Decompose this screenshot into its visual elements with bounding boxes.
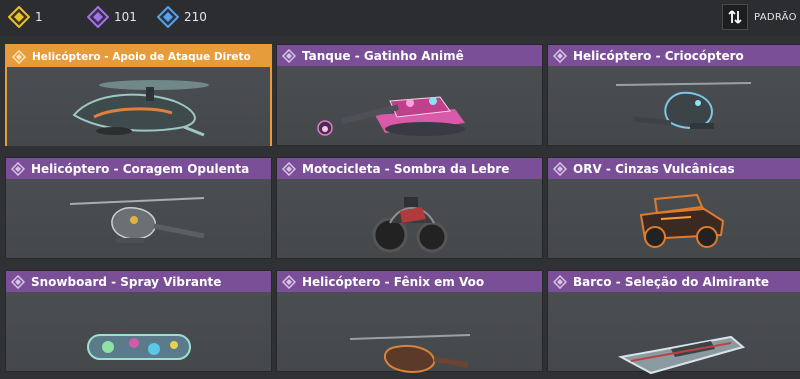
rarity-gem-icon xyxy=(282,48,296,63)
vehicle-card[interactable]: Motocicleta - Sombra da Lebre xyxy=(276,157,543,259)
card-header: Helicóptero - Fênix em Voo xyxy=(277,271,542,292)
card-title: Helicóptero - Fênix em Voo xyxy=(302,274,485,289)
rarity-gem-icon xyxy=(282,161,296,176)
card-header: Tanque - Gatinho Animê xyxy=(277,45,542,66)
tank-icon xyxy=(340,95,465,136)
card-preview xyxy=(277,66,542,145)
card-title: Barco - Seleção do Almirante xyxy=(573,274,769,289)
card-title: Tanque - Gatinho Animê xyxy=(302,48,464,63)
card-title: Helicóptero - Criocóptero xyxy=(573,48,744,63)
vehicle-skin-grid: Helicóptero - Apoio de Ataque Direto Tan… xyxy=(0,0,800,375)
vehicle-card[interactable]: Snowboard - Spray Vibrante xyxy=(5,270,272,372)
card-preview xyxy=(277,179,542,258)
card-preview xyxy=(548,292,800,375)
card-preview xyxy=(6,292,271,371)
motorcycle-icon xyxy=(372,196,447,252)
rarity-gem-icon xyxy=(553,161,567,176)
rarity-gem-icon xyxy=(11,161,25,176)
card-header: Helicóptero - Apoio de Ataque Direto xyxy=(7,46,270,67)
snowboard-icon xyxy=(86,334,191,361)
vehicle-card[interactable]: ORV - Cinzas Vulcânicas xyxy=(547,157,800,259)
card-title: ORV - Cinzas Vulcânicas xyxy=(573,161,735,176)
cat-badge-icon xyxy=(317,120,333,136)
card-preview xyxy=(7,67,270,146)
helicopter-icon xyxy=(615,81,751,129)
orv-icon xyxy=(639,193,724,248)
card-preview xyxy=(277,292,542,373)
helicopter-icon xyxy=(349,333,470,373)
card-preview xyxy=(548,179,800,258)
vehicle-card[interactable]: Helicóptero - Apoio de Ataque Direto xyxy=(5,44,272,146)
vehicle-card[interactable]: Helicóptero - Fênix em Voo xyxy=(276,270,543,373)
rarity-gem-icon xyxy=(553,48,567,63)
vehicle-card[interactable]: Helicóptero - Coragem Opulenta xyxy=(5,157,272,259)
helicopter-icon xyxy=(69,196,204,243)
card-title: Snowboard - Spray Vibrante xyxy=(31,274,222,289)
card-header: Motocicleta - Sombra da Lebre xyxy=(277,158,542,179)
card-title: Helicóptero - Apoio de Ataque Direto xyxy=(32,50,251,63)
rarity-gem-icon xyxy=(282,274,296,289)
card-preview xyxy=(6,179,271,258)
card-header: Barco - Seleção do Almirante xyxy=(548,271,800,292)
vehicle-card[interactable]: Barco - Seleção do Almirante xyxy=(547,270,800,375)
boat-icon xyxy=(617,336,745,375)
card-header: Helicóptero - Criocóptero xyxy=(548,45,800,66)
card-title: Helicóptero - Coragem Opulenta xyxy=(31,161,250,176)
card-title: Motocicleta - Sombra da Lebre xyxy=(302,161,510,176)
card-header: ORV - Cinzas Vulcânicas xyxy=(548,158,800,179)
vehicle-card[interactable]: Helicóptero - Criocóptero xyxy=(547,44,800,146)
card-preview xyxy=(548,66,800,145)
rarity-gem-icon xyxy=(12,49,26,64)
vehicle-card[interactable]: Tanque - Gatinho Animê xyxy=(276,44,543,146)
card-header: Helicóptero - Coragem Opulenta xyxy=(6,158,271,179)
rarity-gem-icon xyxy=(11,274,25,289)
card-header: Snowboard - Spray Vibrante xyxy=(6,271,271,292)
helicopter-icon xyxy=(71,79,209,136)
rarity-gem-icon xyxy=(553,274,567,289)
